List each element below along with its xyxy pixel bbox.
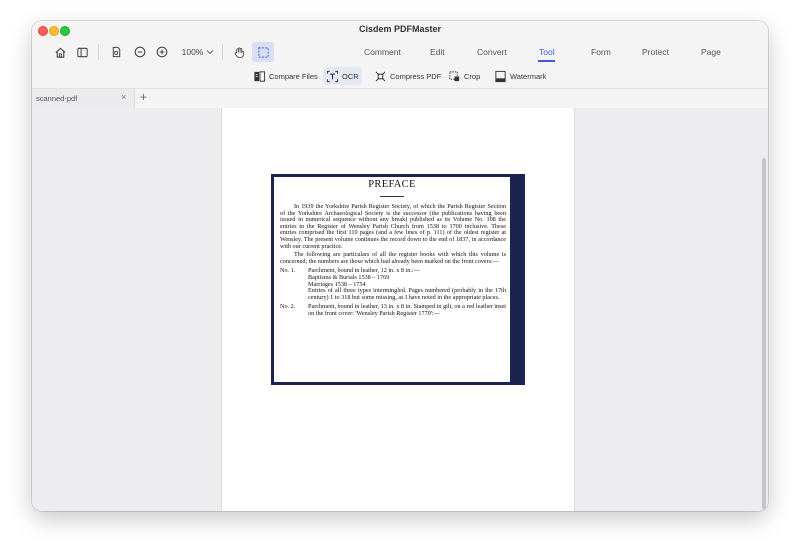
- tab-edit[interactable]: Edit: [430, 47, 445, 57]
- paragraph: In 1939 the Yorkshire Parish Register So…: [280, 203, 506, 250]
- compare-files-icon: [254, 70, 266, 82]
- compress-pdf-icon: [375, 71, 386, 81]
- ocr-icon: [326, 70, 339, 82]
- tab-form[interactable]: Form: [591, 47, 611, 57]
- ocr-button[interactable]: OCR: [323, 67, 362, 85]
- toolbar-divider: [222, 44, 223, 60]
- register-item: No. 2. Parchment, bound in leather, 13 i…: [274, 303, 510, 317]
- tab-protect[interactable]: Protect: [642, 47, 669, 57]
- scanned-page: PREFACE In 1939 the Yorkshire Parish Reg…: [274, 177, 510, 382]
- item-line: Parchment, bound in leather, 13 in. x 8 …: [308, 303, 506, 317]
- add-tab-button[interactable]: +: [140, 90, 147, 104]
- item-body: Parchment, bound in leather, 12 in. x 8 …: [308, 268, 506, 301]
- toolbar-divider: [98, 44, 99, 60]
- watermark-icon: [495, 70, 506, 82]
- chevron-down-icon: [207, 50, 214, 55]
- crop-label: Crop: [464, 71, 481, 81]
- zoom-select[interactable]: 100%: [178, 42, 218, 62]
- tool-subtoolbar: Compare Files OCR Compress PDF Crop Wate…: [32, 65, 768, 87]
- item-body: Parchment, bound in leather, 13 in. x 8 …: [308, 303, 506, 317]
- scanned-image: PREFACE In 1939 the Yorkshire Parish Reg…: [271, 174, 525, 385]
- hand-tool-icon[interactable]: [230, 42, 248, 62]
- active-tab-indicator: [538, 60, 555, 62]
- window-title: Cisdem PDFMaster: [358, 24, 442, 34]
- paragraph: The following are particulars of all the…: [280, 251, 506, 265]
- page-view-icon[interactable]: [108, 42, 124, 62]
- document-tab-bar: scanned-pdf × +: [32, 88, 768, 109]
- app-window: Cisdem PDFMaster 100% Comment Edit Conve…: [32, 21, 768, 511]
- item-number: No. 1.: [280, 267, 296, 275]
- crop-button[interactable]: Crop: [445, 67, 483, 85]
- watermark-label: Watermark: [510, 71, 547, 81]
- compress-pdf-button[interactable]: Compress PDF: [371, 67, 444, 85]
- pdf-page: PREFACE In 1939 the Yorkshire Parish Reg…: [221, 108, 575, 511]
- document-viewer: PREFACE In 1939 the Yorkshire Parish Reg…: [32, 108, 768, 511]
- item-number: No. 2.: [280, 303, 296, 311]
- home-icon[interactable]: [52, 42, 68, 62]
- close-tab-icon[interactable]: ×: [121, 92, 126, 102]
- watermark-button[interactable]: Watermark: [491, 67, 549, 85]
- sidebar-toggle-icon[interactable]: [74, 42, 90, 62]
- document-tab[interactable]: scanned-pdf ×: [32, 89, 135, 108]
- compare-files-button[interactable]: Compare Files: [250, 67, 321, 85]
- document-tab-label: scanned-pdf: [36, 94, 78, 103]
- title-bar: Cisdem PDFMaster: [32, 21, 768, 39]
- compare-files-label: Compare Files: [269, 71, 318, 81]
- heading-rule: [380, 196, 404, 197]
- zoom-value: 100%: [181, 47, 204, 57]
- vertical-scrollbar[interactable]: [762, 158, 766, 509]
- zoom-out-icon[interactable]: [132, 42, 148, 62]
- zoom-in-icon[interactable]: [154, 42, 170, 62]
- register-item: No. 1. Parchment, bound in leather, 12 i…: [274, 268, 510, 301]
- document-heading: PREFACE: [368, 179, 416, 190]
- crop-icon: [449, 70, 460, 81]
- ocr-label: OCR: [342, 71, 359, 81]
- tab-convert[interactable]: Convert: [477, 47, 507, 57]
- marquee-select-icon[interactable]: [252, 42, 274, 62]
- tab-comment[interactable]: Comment: [364, 47, 401, 57]
- tab-page[interactable]: Page: [701, 47, 721, 57]
- tab-tool[interactable]: Tool: [539, 47, 555, 57]
- main-toolbar: 100% Comment Edit Convert Tool Form Prot…: [32, 39, 768, 65]
- item-line: Entries of all three types intermingled.…: [308, 287, 506, 301]
- compress-pdf-label: Compress PDF: [390, 71, 442, 81]
